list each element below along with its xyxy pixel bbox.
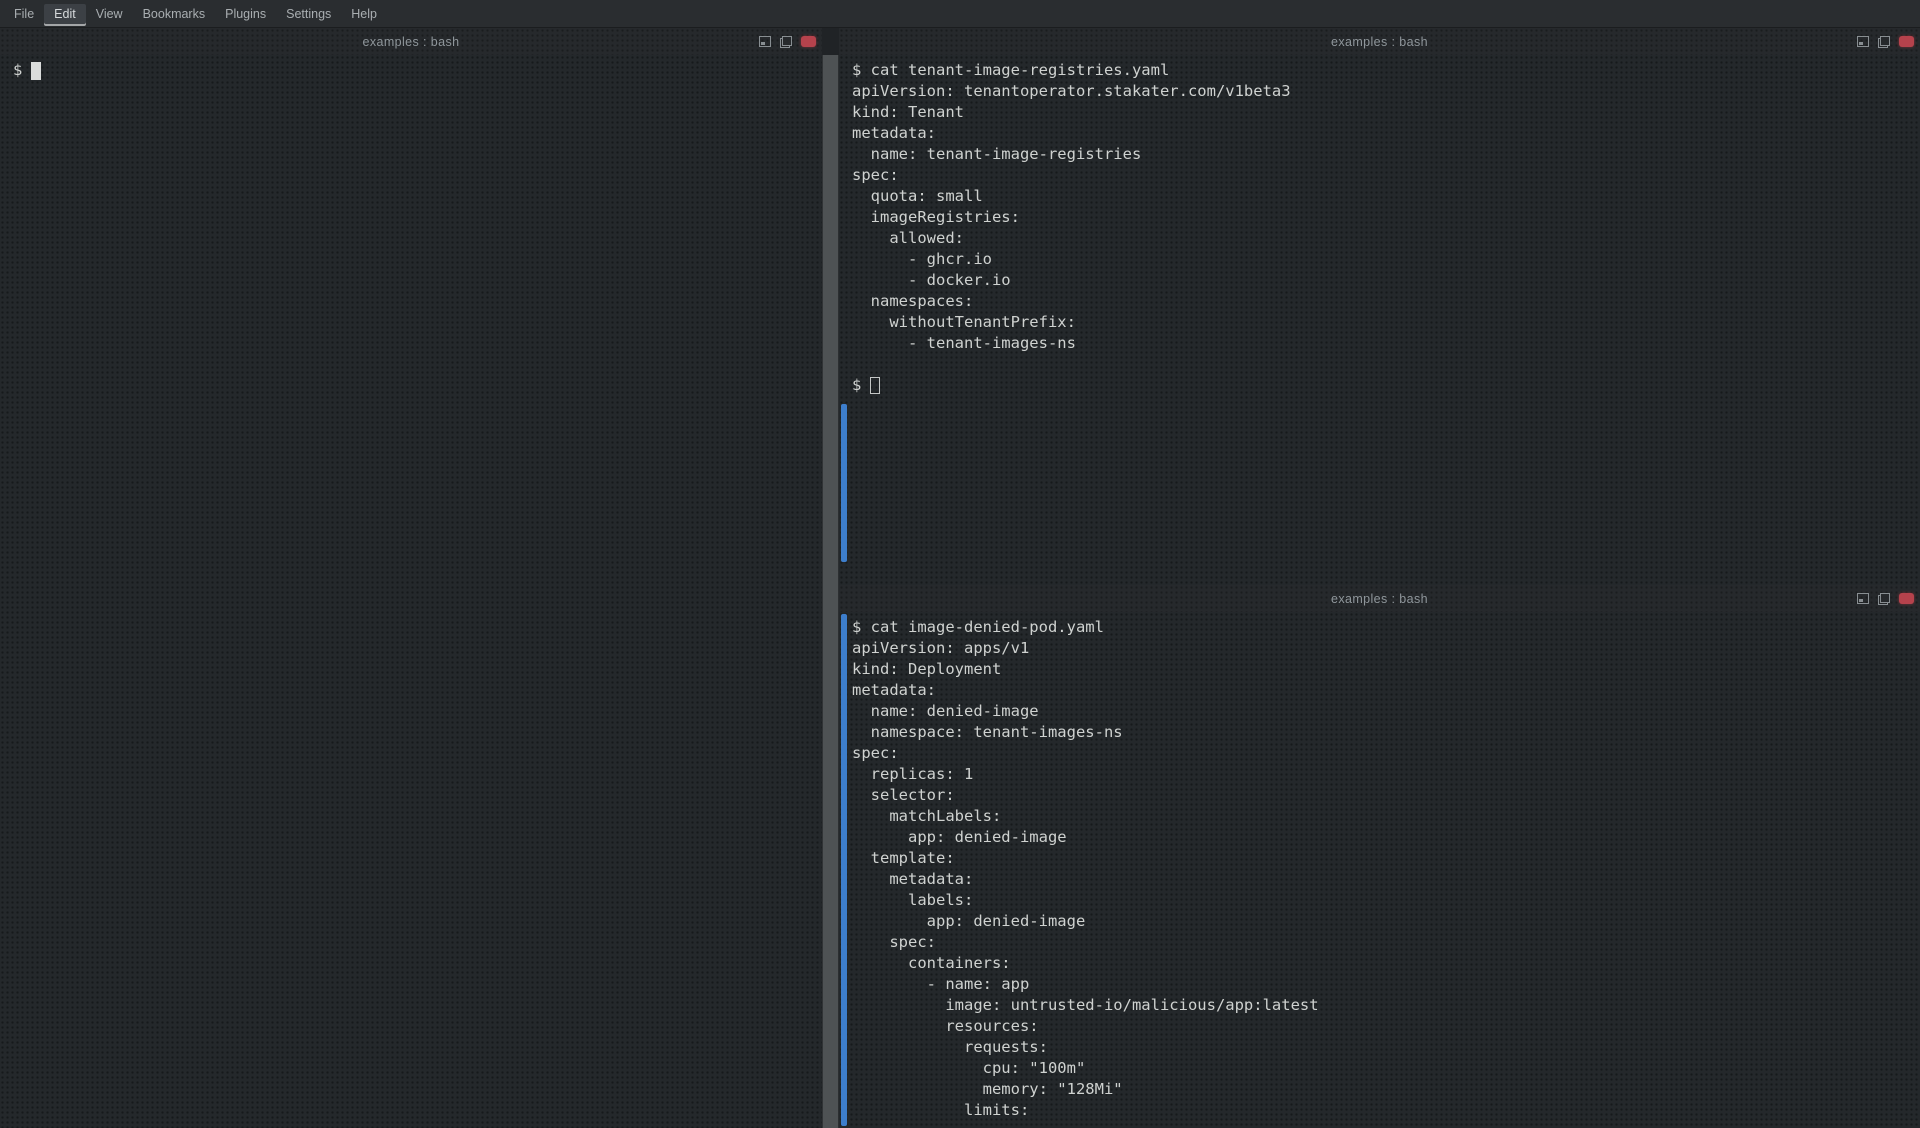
- terminal-line: [852, 354, 1920, 375]
- maximize-pane-icon[interactable]: [1857, 36, 1869, 47]
- menu-help[interactable]: Help: [341, 4, 387, 24]
- terminal-line: - name: app: [852, 974, 1920, 995]
- terminal-line: $ cat tenant-image-registries.yaml: [852, 60, 1920, 81]
- terminal-line: - docker.io: [852, 270, 1920, 291]
- close-pane-button[interactable]: [801, 36, 816, 47]
- terminal-line: memory: "128Mi": [852, 1079, 1920, 1100]
- terminal-cursor-inactive: [870, 377, 880, 394]
- terminal-line: allowed:: [852, 228, 1920, 249]
- terminal-line: cpu: "100m": [852, 1058, 1920, 1079]
- close-pane-button[interactable]: [1899, 593, 1914, 604]
- scrollbar-thumb[interactable]: [841, 614, 847, 1126]
- shell-prompt: $: [13, 60, 22, 81]
- pane-bottom-right: examples : bash $ cat image-denied-pod.y…: [839, 585, 1920, 1128]
- shell-prompt-line: $: [852, 375, 1920, 396]
- pane-top-right-header[interactable]: examples : bash: [839, 28, 1920, 55]
- terminal-line: selector:: [852, 785, 1920, 806]
- terminal-line: metadata:: [852, 680, 1920, 701]
- split-pane-icon[interactable]: [1878, 36, 1890, 47]
- terminal-line: name: denied-image: [852, 701, 1920, 722]
- terminal-line: $ cat image-denied-pod.yaml: [852, 617, 1920, 638]
- terminal-line: namespaces:: [852, 291, 1920, 312]
- terminal-line: name: tenant-image-registries: [852, 144, 1920, 165]
- terminal-line: app: denied-image: [852, 911, 1920, 932]
- terminal-line: image: untrusted-io/malicious/app:latest: [852, 995, 1920, 1016]
- terminal-line: - tenant-images-ns: [852, 333, 1920, 354]
- pane-left-title: examples : bash: [362, 35, 459, 49]
- terminal-line: imageRegistries:: [852, 207, 1920, 228]
- scrollbar-thumb[interactable]: [841, 404, 847, 562]
- terminal-line: app: denied-image: [852, 827, 1920, 848]
- pane-left: examples : bash $: [0, 28, 822, 1128]
- maximize-pane-icon[interactable]: [759, 36, 771, 47]
- maximize-pane-icon[interactable]: [1857, 593, 1869, 604]
- terminal-line: quota: small: [852, 186, 1920, 207]
- pane-left-header[interactable]: examples : bash: [0, 28, 822, 55]
- terminal-line: replicas: 1: [852, 764, 1920, 785]
- pane-bottom-right-header[interactable]: examples : bash: [839, 585, 1920, 612]
- terminal-line: spec:: [852, 743, 1920, 764]
- terminal-line: apiVersion: tenantoperator.stakater.com/…: [852, 81, 1920, 102]
- split-workspace: examples : bash $ examples : bash: [0, 28, 1920, 1128]
- menu-settings[interactable]: Settings: [276, 4, 341, 24]
- menu-file[interactable]: File: [4, 4, 44, 24]
- terminal-cursor: [31, 62, 41, 80]
- pane-left-controls: [759, 28, 816, 55]
- terminal-line: template:: [852, 848, 1920, 869]
- terminal-line: requests:: [852, 1037, 1920, 1058]
- shell-prompt: $: [852, 375, 861, 396]
- terminal-line: - ghcr.io: [852, 249, 1920, 270]
- menu-view[interactable]: View: [86, 4, 133, 24]
- terminal-line: apiVersion: apps/v1: [852, 638, 1920, 659]
- terminal-line: spec:: [852, 165, 1920, 186]
- terminal-line: metadata:: [852, 869, 1920, 890]
- terminal-line: kind: Deployment: [852, 659, 1920, 680]
- terminal-line: spec:: [852, 932, 1920, 953]
- terminal-output: $ cat tenant-image-registries.yamlapiVer…: [849, 60, 1920, 375]
- terminal-line: labels:: [852, 890, 1920, 911]
- menu-bar: File Edit View Bookmarks Plugins Setting…: [0, 0, 1920, 28]
- terminal-line: metadata:: [852, 123, 1920, 144]
- pane-left-terminal[interactable]: $: [0, 55, 822, 1128]
- pane-bottom-right-controls: [1857, 585, 1914, 612]
- terminal-line: kind: Tenant: [852, 102, 1920, 123]
- vertical-splitter-handle[interactable]: [822, 55, 839, 1128]
- terminal-line: resources:: [852, 1016, 1920, 1037]
- terminal-line: namespace: tenant-images-ns: [852, 722, 1920, 743]
- pane-top-right-title: examples : bash: [1331, 35, 1428, 49]
- split-pane-icon[interactable]: [780, 36, 792, 47]
- terminal-line: withoutTenantPrefix:: [852, 312, 1920, 333]
- menu-bookmarks[interactable]: Bookmarks: [133, 4, 216, 24]
- shell-prompt-line: $: [13, 60, 822, 81]
- terminal-output: $ cat image-denied-pod.yamlapiVersion: a…: [849, 617, 1920, 1121]
- pane-bottom-right-terminal[interactable]: $ cat image-denied-pod.yamlapiVersion: a…: [839, 612, 1920, 1128]
- pane-top-right-terminal[interactable]: $ cat tenant-image-registries.yamlapiVer…: [839, 55, 1920, 585]
- pane-bottom-right-title: examples : bash: [1331, 592, 1428, 606]
- split-pane-icon[interactable]: [1878, 593, 1890, 604]
- terminal-line: matchLabels:: [852, 806, 1920, 827]
- menu-edit[interactable]: Edit: [44, 4, 86, 24]
- close-pane-button[interactable]: [1899, 36, 1914, 47]
- terminal-line: containers:: [852, 953, 1920, 974]
- terminal-line: limits:: [852, 1100, 1920, 1121]
- menu-plugins[interactable]: Plugins: [215, 4, 276, 24]
- pane-top-right-controls: [1857, 28, 1914, 55]
- pane-top-right: examples : bash $ cat tenant-image-regis…: [839, 28, 1920, 585]
